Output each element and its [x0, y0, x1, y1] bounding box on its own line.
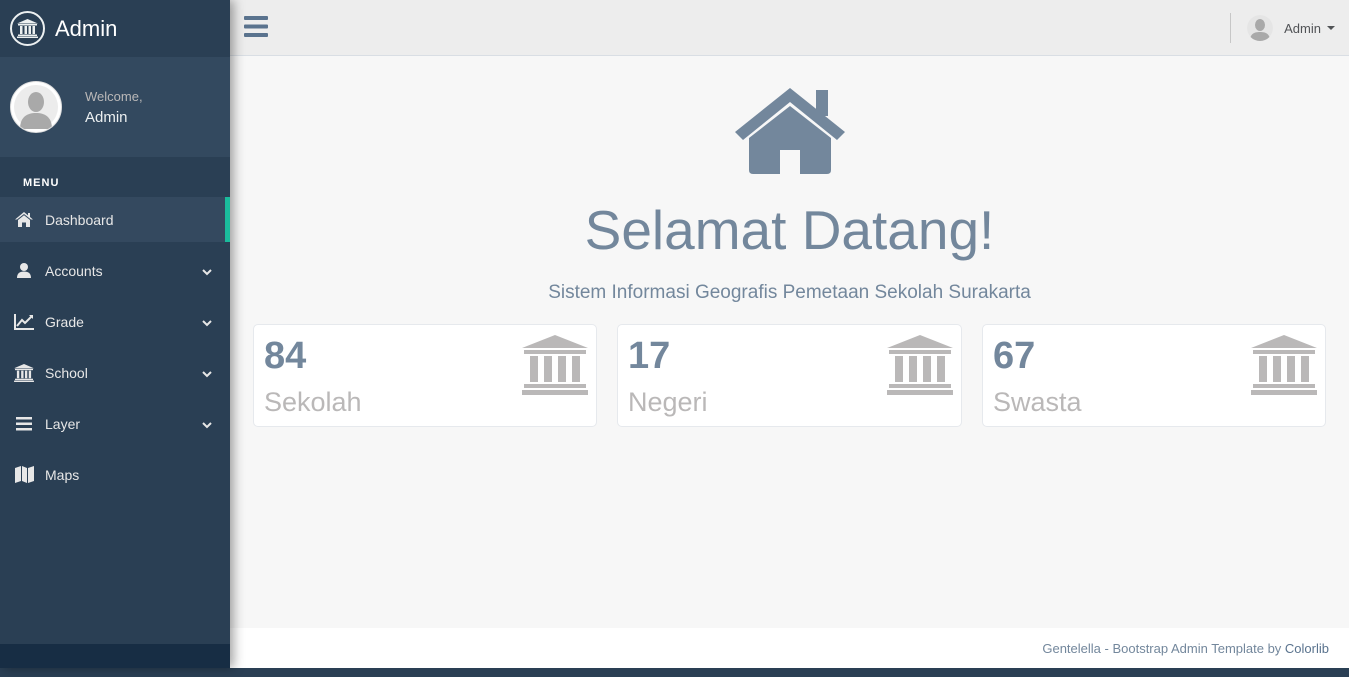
institution-icon [522, 335, 588, 400]
main-content: Selamat Datang! Sistem Informasi Geograf… [230, 56, 1349, 628]
sidebar-item-dashboard[interactable]: Dashboard [0, 197, 230, 242]
sidebar: Admin Welcome, Admin MENU Dashboard Acco… [0, 0, 230, 668]
profile-name: Admin [85, 108, 128, 126]
stat-count: 67 [993, 335, 1036, 377]
caret-down-icon [1327, 26, 1335, 30]
chevron-down-icon [202, 314, 212, 330]
user-icon [14, 262, 34, 280]
stat-count: 17 [628, 335, 671, 377]
menu-section-title: MENU [23, 177, 60, 189]
stat-tile-negeri: 17 Negeri [617, 324, 962, 427]
bottom-strip [230, 668, 1349, 677]
stat-label: Swasta [993, 387, 1082, 417]
user-menu[interactable]: Admin [1247, 12, 1335, 44]
institution-icon [10, 11, 45, 46]
map-icon [14, 466, 34, 484]
sidebar-item-grade[interactable]: Grade [0, 296, 230, 347]
sidebar-item-label: School [45, 364, 88, 381]
welcome-text: Welcome, [85, 88, 143, 104]
bars-icon [14, 415, 34, 433]
sidebar-item-label: Maps [45, 466, 80, 483]
footer-text: Gentelella - Bootstrap Admin Template by [1042, 641, 1285, 656]
stat-label: Negeri [628, 387, 708, 417]
stat-label: Sekolah [264, 387, 362, 417]
avatar [10, 81, 62, 133]
user-avatar [1247, 15, 1274, 41]
sidebar-item-school[interactable]: School [0, 347, 230, 398]
chevron-down-icon [202, 263, 212, 279]
line-chart-icon [14, 313, 34, 331]
institution-icon [1251, 335, 1317, 400]
top-navbar: Admin [230, 0, 1349, 56]
menu-toggle-icon[interactable] [244, 16, 268, 42]
page-subtitle: Sistem Informasi Geografis Pemetaan Seko… [548, 282, 1031, 303]
home-icon [735, 88, 845, 179]
sidebar-item-label: Accounts [45, 262, 103, 279]
profile-panel: Welcome, Admin [0, 57, 230, 157]
divider [1230, 13, 1231, 43]
page-title: Selamat Datang! [584, 199, 995, 261]
sidebar-item-accounts[interactable]: Accounts [0, 245, 230, 296]
sidebar-item-label: Dashboard [45, 211, 114, 228]
institution-icon [14, 363, 34, 382]
sidebar-footer [0, 644, 230, 668]
stat-tile-sekolah: 84 Sekolah [253, 324, 597, 427]
footer-link[interactable]: Colorlib [1285, 641, 1329, 656]
sidebar-item-label: Grade [45, 313, 84, 330]
sidebar-item-label: Layer [45, 415, 81, 432]
footer: Gentelella - Bootstrap Admin Template by… [230, 628, 1349, 668]
chevron-down-icon [202, 416, 212, 432]
brand[interactable]: Admin [0, 0, 230, 57]
stat-tile-swasta: 67 Swasta [982, 324, 1326, 427]
institution-icon [887, 335, 953, 400]
stat-count: 84 [264, 335, 307, 377]
user-name: Admin [1284, 20, 1321, 36]
chevron-down-icon [202, 365, 212, 381]
home-icon [14, 211, 34, 229]
sidebar-item-maps[interactable]: Maps [0, 449, 230, 500]
sidebar-item-layer[interactable]: Layer [0, 398, 230, 449]
brand-title: Admin [55, 15, 118, 41]
